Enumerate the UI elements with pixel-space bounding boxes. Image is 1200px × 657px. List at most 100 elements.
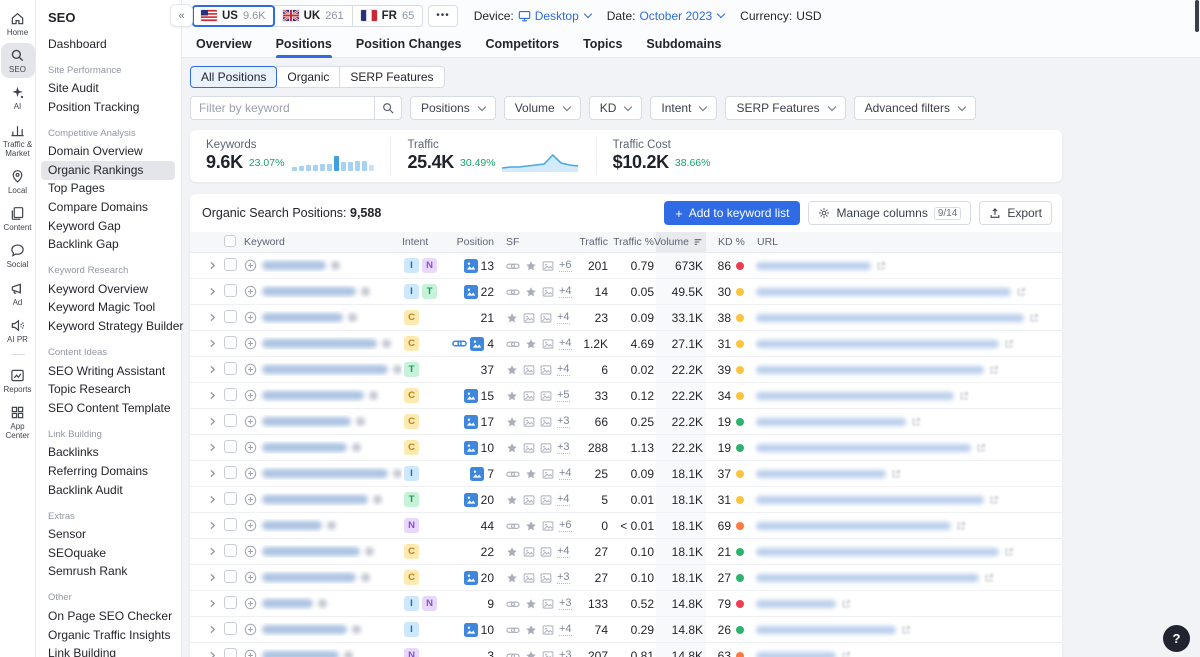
row-checkbox[interactable] xyxy=(224,517,237,531)
sidebar-item-keyword-magic-tool[interactable]: Keyword Magic Tool xyxy=(48,299,175,318)
sidebar-item-organic-traffic-insights[interactable]: Organic Traffic Insights xyxy=(48,626,175,645)
add-keyword-plus-circle-icon[interactable] xyxy=(244,363,257,376)
row-expander[interactable] xyxy=(200,625,224,634)
url-cell[interactable] xyxy=(752,625,1062,635)
row-expander[interactable] xyxy=(200,599,224,608)
column-intent[interactable]: Intent xyxy=(402,236,452,248)
add-keyword-plus-circle-icon[interactable] xyxy=(244,285,257,298)
row-checkbox[interactable] xyxy=(224,387,237,401)
filter-dropdown-kd[interactable]: KD xyxy=(588,96,643,120)
sidebar-item-seoquake[interactable]: SEOquake xyxy=(48,544,175,563)
url-cell[interactable] xyxy=(752,599,1062,609)
row-checkbox[interactable] xyxy=(224,595,237,609)
segment-organic[interactable]: Organic xyxy=(276,66,341,88)
add-keyword-plus-circle-icon[interactable] xyxy=(244,571,257,584)
row-expander[interactable] xyxy=(200,365,224,374)
add-to-keyword-list-button[interactable]: + Add to keyword list xyxy=(664,201,801,225)
row-checkbox[interactable] xyxy=(224,647,237,657)
table-row[interactable]: C 10 +3 288 1.13 22.2K 19 xyxy=(190,435,1062,461)
url-cell[interactable] xyxy=(752,573,1062,583)
sidebar-item-site-audit[interactable]: Site Audit xyxy=(48,80,175,99)
url-cell[interactable] xyxy=(752,365,1062,375)
row-expander[interactable] xyxy=(200,521,224,530)
column-kd[interactable]: KD % xyxy=(706,236,752,248)
row-checkbox[interactable] xyxy=(224,257,237,271)
row-checkbox[interactable] xyxy=(224,309,237,323)
row-checkbox[interactable] xyxy=(224,491,237,505)
table-row[interactable]: T 20 +4 5 0.01 18.1K 31 xyxy=(190,487,1062,513)
rail-item-social[interactable]: Social xyxy=(1,238,35,273)
column-sf[interactable]: SF xyxy=(496,236,566,248)
sidebar-item-seo-content-template[interactable]: SEO Content Template xyxy=(48,399,175,418)
row-expander[interactable] xyxy=(200,495,224,504)
tab-positions[interactable]: Positions xyxy=(275,31,333,58)
filter-dropdown-intent[interactable]: Intent xyxy=(650,96,718,120)
sidebar-item-keyword-gap[interactable]: Keyword Gap xyxy=(48,217,175,236)
row-expander[interactable] xyxy=(200,287,224,296)
row-expander[interactable] xyxy=(200,261,224,270)
add-keyword-plus-circle-icon[interactable] xyxy=(244,467,257,480)
country-tab-fr[interactable]: FR 65 xyxy=(351,4,424,27)
more-countries-button[interactable]: ••• xyxy=(428,4,458,27)
currency-selector[interactable]: Currency: USD xyxy=(740,9,821,23)
table-row[interactable]: I 10 +4 74 0.29 14.8K 26 xyxy=(190,617,1062,643)
table-row[interactable]: C 15 +5 33 0.12 22.2K 34 xyxy=(190,383,1062,409)
table-row[interactable]: N 44 +6 0 < 0.01 18.1K 69 xyxy=(190,513,1062,539)
add-keyword-plus-circle-icon[interactable] xyxy=(244,259,257,272)
column-position[interactable]: Position xyxy=(452,236,496,248)
row-expander[interactable] xyxy=(200,651,224,657)
row-checkbox[interactable] xyxy=(224,569,237,583)
filter-dropdown-positions[interactable]: Positions xyxy=(410,96,496,120)
url-cell[interactable] xyxy=(752,261,1062,271)
scrollbar-thumb[interactable] xyxy=(1195,0,1199,32)
sidebar-item-backlink-gap[interactable]: Backlink Gap xyxy=(48,236,175,255)
sidebar-item-backlinks[interactable]: Backlinks xyxy=(48,444,175,463)
row-checkbox[interactable] xyxy=(224,361,237,375)
url-cell[interactable] xyxy=(752,339,1062,349)
rail-item-app-center[interactable]: App Center xyxy=(1,400,35,444)
row-checkbox[interactable] xyxy=(224,465,237,479)
row-checkbox[interactable] xyxy=(224,439,237,453)
sidebar-item-referring-domains[interactable]: Referring Domains xyxy=(48,463,175,482)
table-row[interactable]: N 3 +3 207 0.81 14.8K 63 xyxy=(190,643,1062,657)
table-row[interactable]: I 7 +4 25 0.09 18.1K 37 xyxy=(190,461,1062,487)
tab-overview[interactable]: Overview xyxy=(196,31,252,57)
help-button[interactable]: ? xyxy=(1163,625,1190,652)
url-cell[interactable] xyxy=(752,417,1062,427)
sidebar-item-position-tracking[interactable]: Position Tracking xyxy=(48,98,175,117)
add-keyword-plus-circle-icon[interactable] xyxy=(244,311,257,324)
sidebar-collapse-button[interactable]: « xyxy=(170,4,193,27)
device-selector[interactable]: Device: Desktop xyxy=(474,9,593,23)
rail-item-content[interactable]: Content xyxy=(1,201,35,236)
column-volume[interactable]: Volume xyxy=(654,232,706,252)
keyword-filter-input[interactable] xyxy=(191,97,374,119)
rail-item-home[interactable]: Home xyxy=(1,6,35,41)
rail-item-seo[interactable]: SEO xyxy=(0,43,35,79)
sidebar-item-backlink-audit[interactable]: Backlink Audit xyxy=(48,481,175,500)
sidebar-item-seo-writing-assistant[interactable]: SEO Writing Assistant xyxy=(48,362,175,381)
row-expander[interactable] xyxy=(200,417,224,426)
row-expander[interactable] xyxy=(200,339,224,348)
table-row[interactable]: C 21 +4 23 0.09 33.1K 38 xyxy=(190,305,1062,331)
filter-dropdown-advanced-filters[interactable]: Advanced filters xyxy=(853,96,976,120)
url-cell[interactable] xyxy=(752,391,1062,401)
manage-columns-button[interactable]: Manage columns 9/14 xyxy=(808,201,972,225)
table-row[interactable]: C 4 +4 1.2K 4.69 27.1K 31 xyxy=(190,331,1062,357)
add-keyword-plus-circle-icon[interactable] xyxy=(244,389,257,402)
url-cell[interactable] xyxy=(752,547,1062,557)
sidebar-item-domain-overview[interactable]: Domain Overview xyxy=(48,143,175,162)
rail-item-traffic-market[interactable]: Traffic & Market xyxy=(1,118,35,162)
add-keyword-plus-circle-icon[interactable] xyxy=(244,337,257,350)
url-cell[interactable] xyxy=(752,495,1062,505)
table-row[interactable]: C 22 +4 27 0.10 18.1K 21 xyxy=(190,539,1062,565)
tab-topics[interactable]: Topics xyxy=(583,31,622,57)
add-keyword-plus-circle-icon[interactable] xyxy=(244,597,257,610)
sidebar-item-on-page-seo-checker[interactable]: On Page SEO Checker xyxy=(48,607,175,626)
table-row[interactable]: C 20 +3 27 0.10 18.1K 27 xyxy=(190,565,1062,591)
url-cell[interactable] xyxy=(752,651,1062,657)
add-keyword-plus-circle-icon[interactable] xyxy=(244,649,257,657)
row-expander[interactable] xyxy=(200,573,224,582)
add-keyword-plus-circle-icon[interactable] xyxy=(244,415,257,428)
segment-all-positions[interactable]: All Positions xyxy=(190,66,278,88)
row-checkbox[interactable] xyxy=(224,413,237,427)
